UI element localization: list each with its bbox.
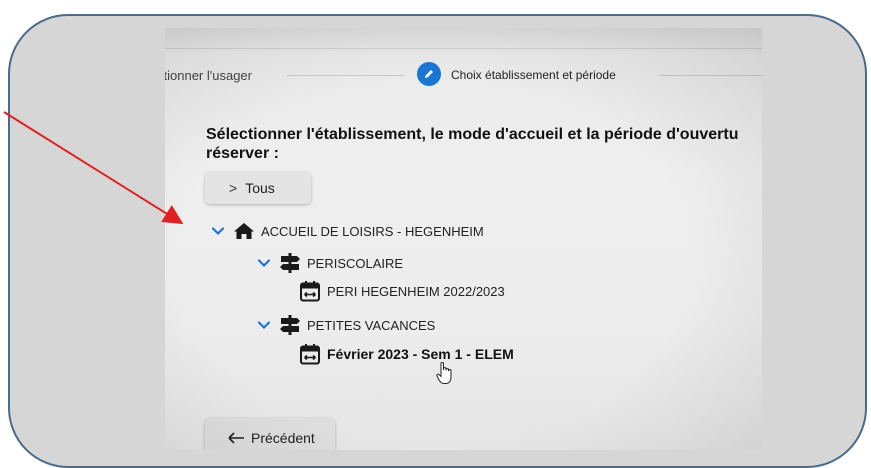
step-current-indicator (417, 62, 441, 86)
screen-photo: ctionner l'usager Choix établissement et… (165, 28, 762, 450)
filter-all-label: Tous (245, 180, 275, 196)
hand-cursor-icon (436, 362, 452, 384)
establishment-label: ACCUEIL DE LOISIRS - HEGENHEIM (261, 223, 484, 239)
tree-node-period[interactable]: PERI HEGENHEIM 2022/2023 (299, 280, 505, 302)
step-connector (287, 75, 405, 76)
chevron-down-icon[interactable] (257, 256, 271, 270)
divider (165, 48, 762, 49)
step-select-user[interactable]: ctionner l'usager (165, 68, 252, 83)
signpost-icon (280, 315, 300, 335)
back-button-label: Précédent (251, 430, 315, 446)
pencil-icon (425, 70, 433, 78)
tree-node-mode[interactable]: PETITES VACANCES (257, 315, 435, 335)
step-connector (659, 75, 762, 76)
home-icon (234, 223, 254, 239)
tree-node-period[interactable]: Février 2023 - Sem 1 - ELEM (299, 343, 514, 365)
back-button[interactable]: Précédent (205, 418, 335, 450)
chevron-down-icon[interactable] (211, 224, 225, 238)
tree-node-mode[interactable]: PERISCOLAIRE (257, 253, 403, 273)
filter-all-button[interactable]: > Tous (205, 172, 311, 204)
period-label: Février 2023 - Sem 1 - ELEM (327, 346, 514, 362)
mode-label: PERISCOLAIRE (307, 255, 404, 271)
mode-label: PETITES VACANCES (307, 317, 436, 333)
period-label: PERI HEGENHEIM 2022/2023 (327, 283, 505, 299)
calendar-range-icon (300, 281, 320, 302)
step-choose-establishment[interactable]: Choix établissement et période (451, 68, 616, 82)
page-title-line2: réserver : (206, 145, 279, 162)
chevron-down-icon[interactable] (257, 318, 271, 332)
arrow-left-icon (228, 432, 244, 444)
calendar-range-icon (300, 344, 320, 365)
chevron-right-icon: > (229, 180, 238, 196)
page-title: Sélectionner l'établissement, le mode d'… (206, 125, 762, 163)
signpost-icon (280, 253, 300, 273)
page-title-line1: Sélectionner l'établissement, le mode d'… (206, 126, 739, 143)
tree-node-establishment[interactable]: ACCUEIL DE LOISIRS - HEGENHEIM (211, 222, 484, 240)
